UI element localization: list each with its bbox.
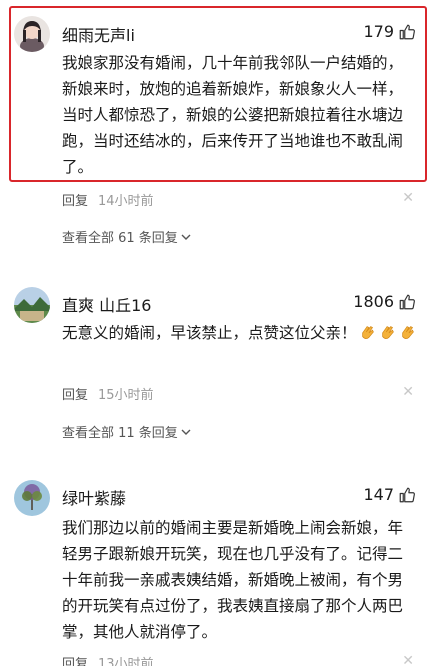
comment-meta: 回复 14小时前 — [62, 190, 154, 209]
view-all-label: 查看全部 11 条回复 — [62, 426, 178, 441]
username[interactable]: 细雨无声li — [62, 22, 135, 46]
chevron-down-icon — [181, 429, 191, 435]
reply-button[interactable]: 回复 — [62, 653, 88, 666]
comment-text-content: 无意义的婚闹，早该禁止，点赞这位父亲！ — [62, 324, 357, 342]
view-all-replies[interactable]: 查看全部 61 条回复 — [62, 227, 192, 246]
like-button[interactable]: 147 — [363, 485, 416, 504]
close-icon[interactable]: ✕ — [402, 384, 414, 400]
like-button[interactable]: 179 — [363, 22, 416, 41]
comment-meta: 回复 15小时前 — [62, 384, 154, 403]
thumbs-up-icon — [399, 294, 415, 309]
timestamp: 13小时前 — [98, 657, 154, 666]
reply-button[interactable]: 回复 — [62, 384, 88, 403]
clapping-hands-emoji — [401, 326, 414, 339]
like-count: 1806 — [353, 292, 394, 311]
thumbs-up-icon — [399, 24, 415, 39]
thumbs-up-icon — [399, 487, 415, 502]
like-button[interactable]: 1806 — [353, 292, 416, 311]
clapping-hands-emoji — [361, 326, 374, 339]
comment-meta: 回复 13小时前 — [62, 653, 154, 666]
comment-text: 我娘家那没有婚闹，几十年前我邻队一户结婚的，新娘来时，放炮的追着新娘炸，新娘象火… — [62, 54, 404, 176]
chevron-down-icon — [181, 234, 191, 240]
timestamp: 14小时前 — [98, 194, 154, 209]
reply-button[interactable]: 回复 — [62, 190, 88, 209]
view-all-replies[interactable]: 查看全部 11 条回复 — [62, 422, 192, 441]
close-icon[interactable]: ✕ — [402, 653, 414, 666]
username[interactable]: 直爽 山丘16 — [62, 292, 151, 316]
close-icon[interactable]: ✕ — [402, 190, 414, 206]
like-count: 147 — [363, 485, 394, 504]
timestamp: 15小时前 — [98, 388, 154, 403]
clapping-hands-emoji — [381, 326, 394, 339]
avatar[interactable] — [14, 480, 50, 516]
avatar[interactable] — [14, 287, 50, 323]
comment-text: 我们那边以前的婚闹主要是新婚晚上闹会新娘，年轻男子跟新娘开玩笑，现在也几乎没有了… — [62, 519, 404, 641]
comment-text: 无意义的婚闹，早该禁止，点赞这位父亲！ — [62, 320, 418, 346]
view-all-label: 查看全部 61 条回复 — [62, 231, 178, 246]
like-count: 179 — [363, 22, 394, 41]
avatar[interactable] — [14, 16, 50, 52]
comment-1: 细雨无声li 179 我娘家那没有婚闹，几十年前我邻队一户结婚的，新娘来时，放炮… — [0, 0, 434, 260]
comment-3: 绿叶紫藤 147 我们那边以前的婚闹主要是新婚晚上闹会新娘，年轻男子跟新娘开玩笑… — [0, 475, 434, 666]
username[interactable]: 绿叶紫藤 — [62, 485, 126, 509]
comment-2: 直爽 山丘16 1806 无意义的婚闹，早该禁止，点赞这位父亲！ 回复 15小时… — [0, 280, 434, 450]
